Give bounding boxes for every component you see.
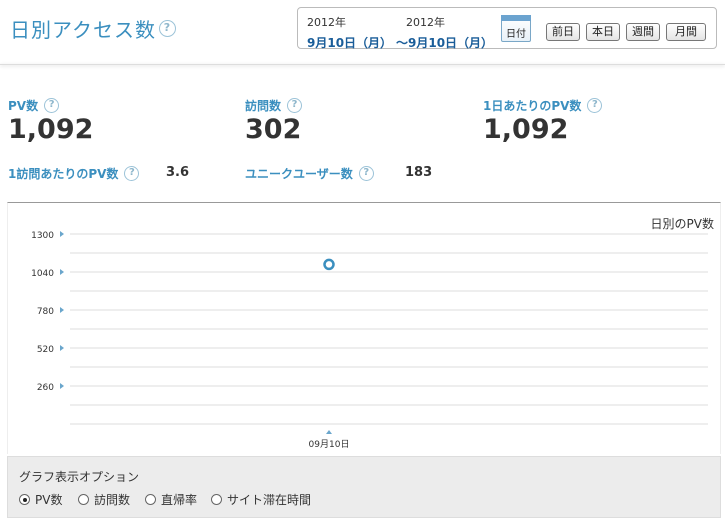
radio-dot[interactable]	[19, 494, 30, 505]
radio-dot[interactable]	[78, 494, 89, 505]
radio-label: PV数	[35, 493, 63, 507]
pv-chart-panel: 日別のPV数 1300 1040 780 520 260 09月10日	[7, 202, 721, 454]
radio-time-on-site[interactable]: サイト滞在時間	[211, 491, 311, 508]
unique-users-label-text: ユニークユーザー数	[245, 167, 353, 181]
end-year: 2012年	[406, 16, 445, 29]
options-title: グラフ表示オプション	[19, 470, 140, 484]
weekly-button[interactable]: 週間	[626, 23, 660, 41]
help-icon[interactable]: ?	[44, 98, 60, 113]
radio-label: サイト滞在時間	[227, 493, 312, 507]
pv-per-visit-label: 1訪問あたりのPV数 ?	[8, 165, 140, 182]
calendar-label: 日付	[506, 29, 526, 40]
radio-pv[interactable]: PV数	[19, 491, 62, 508]
pv-per-visit-value: 3.6	[166, 165, 190, 180]
radio-visits[interactable]: 訪問数	[78, 491, 130, 508]
y-tick-label: 780	[37, 307, 54, 317]
y-tick-label: 260	[37, 383, 54, 393]
y-tick-arrow	[60, 307, 64, 313]
pv-label: PV数 ?	[8, 97, 60, 114]
end-date-value[interactable]: ～9月10日（月）	[396, 34, 493, 51]
date-range-selector: 2012年 9月10日（月） 2012年 ～9月10日（月） 日付 前日 本日 …	[297, 7, 717, 51]
pv-line-chart: 1300 1040 780 520 260 09月10日	[31, 231, 708, 450]
today-button[interactable]: 本日	[586, 23, 620, 41]
y-tick-label: 1300	[31, 231, 54, 241]
y-tick-arrow	[60, 269, 64, 275]
radio-label: 訪問数	[94, 493, 131, 507]
end-date: 2012年 ～9月10日（月）	[396, 14, 493, 51]
help-icon[interactable]: ?	[587, 98, 603, 113]
y-tick-arrow	[60, 231, 64, 237]
monthly-button[interactable]: 月間	[666, 23, 706, 41]
start-date: 2012年 9月10日（月）	[307, 14, 392, 51]
x-tick-arrow	[326, 430, 332, 434]
visits-label: 訪問数 ?	[245, 97, 303, 114]
radio-dot[interactable]	[145, 494, 156, 505]
radio-label: 直帰率	[161, 493, 198, 507]
calendar-icon[interactable]: 日付	[501, 15, 531, 42]
visits-label-text: 訪問数	[245, 99, 282, 113]
data-point[interactable]	[323, 258, 335, 271]
page-title: 日別アクセス数 ?	[10, 14, 176, 43]
help-icon[interactable]: ?	[287, 98, 303, 113]
prev-day-button[interactable]: 前日	[546, 23, 580, 41]
page-title-text: 日別アクセス数	[10, 18, 156, 42]
pv-label-text: PV数	[8, 99, 39, 113]
pv-per-day-value: 1,092	[483, 114, 569, 145]
y-tick-label: 520	[37, 345, 54, 355]
y-tick-arrow	[60, 345, 64, 351]
pv-per-day-label-text: 1日あたりのPV数	[483, 99, 582, 113]
start-year: 2012年	[307, 16, 346, 29]
help-icon[interactable]: ?	[159, 20, 176, 37]
pv-per-visit-label-text: 1訪問あたりのPV数	[8, 167, 119, 181]
y-tick-arrow	[60, 383, 64, 389]
x-tick-label: 09月10日	[309, 439, 350, 450]
radio-bounce-rate[interactable]: 直帰率	[145, 491, 197, 508]
help-icon[interactable]: ?	[124, 166, 140, 181]
help-icon[interactable]: ?	[358, 166, 374, 181]
graph-options-panel: グラフ表示オプション PV数 訪問数 直帰率 サイト滞在時間	[7, 456, 721, 518]
pv-value: 1,092	[8, 114, 94, 145]
header-divider	[0, 64, 725, 65]
pv-per-day-label: 1日あたりのPV数 ?	[483, 97, 603, 114]
radio-dot[interactable]	[211, 494, 222, 505]
unique-users-label: ユニークユーザー数 ?	[245, 165, 374, 182]
start-date-value[interactable]: 9月10日（月）	[307, 34, 392, 51]
y-tick-label: 1040	[31, 269, 54, 279]
visits-value: 302	[245, 114, 302, 145]
unique-users-value: 183	[405, 165, 433, 180]
